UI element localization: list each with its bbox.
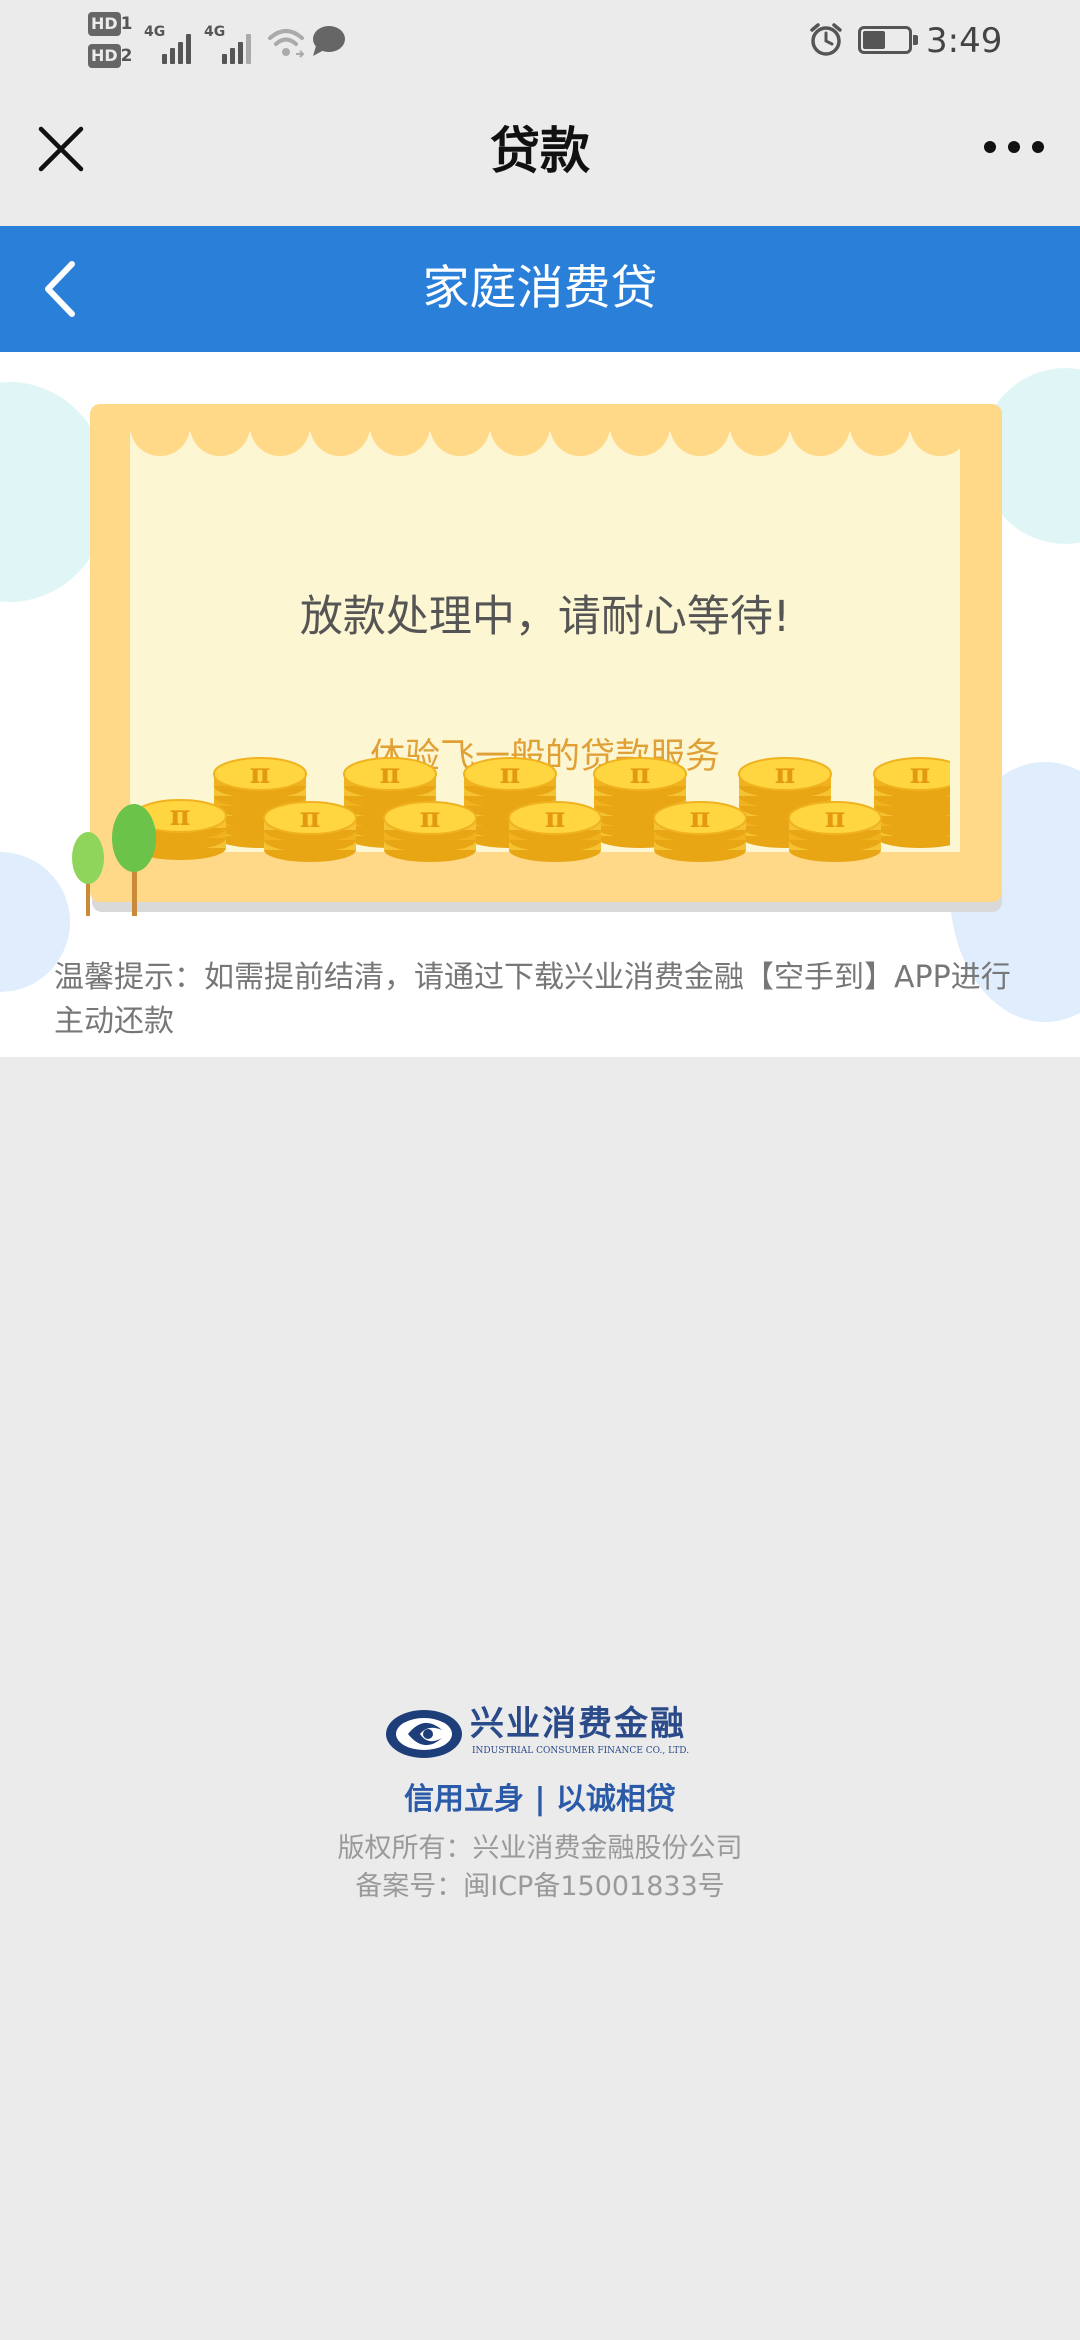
coin-stack: π <box>508 801 602 862</box>
scallop-border <box>130 404 960 456</box>
coin-symbol: π <box>690 801 711 834</box>
scallop <box>370 404 430 456</box>
brand-motto: 信用立身 | 以诚相贷 <box>404 1782 676 1817</box>
coin-stack: π <box>653 801 747 862</box>
tree-icon <box>72 804 156 916</box>
brand-name-cn: 兴业消费金融 <box>470 1704 686 1744</box>
more-icon[interactable] <box>984 132 1044 162</box>
coin-symbol: π <box>420 801 441 834</box>
page-title: 贷款 <box>490 122 590 180</box>
battery-icon <box>858 26 918 54</box>
hd2-label: HD <box>88 44 121 68</box>
sim1-network-label: 4G <box>144 24 166 40</box>
hd2-badge: HD 2 <box>88 44 136 68</box>
main-content: 放款处理中，请耐心等待! 体验飞一般的贷款服务 ππππππππππππ 温馨提… <box>0 352 1080 1057</box>
scallop <box>730 404 790 456</box>
coin-symbol: π <box>825 801 846 834</box>
icp-record: 备案号：闽ICP备15001833号 <box>355 1871 725 1902</box>
scallop <box>430 404 490 456</box>
coin-symbol: π <box>630 757 651 790</box>
coin-stack: π <box>788 801 882 862</box>
coin-stack: π <box>263 801 357 862</box>
hd1-label: HD <box>88 12 121 36</box>
clock: 3:49 <box>926 21 1003 61</box>
coin-symbol: π <box>250 757 271 790</box>
header-title: 家庭消费贷 <box>422 261 658 316</box>
coin-symbol: π <box>775 757 796 790</box>
coin-stacks-illustration: π π π π π ππ π π π π π <box>133 757 950 862</box>
copyright-text: 版权所有：兴业消费金融股份公司 <box>337 1833 743 1864</box>
coin-symbol: π <box>545 801 566 834</box>
coin-symbol: π <box>300 801 321 834</box>
scallop <box>790 404 850 456</box>
scallop <box>250 404 310 456</box>
wifi-icon <box>268 29 305 58</box>
scallop <box>550 404 610 456</box>
hd1-sub: 1 <box>120 14 133 34</box>
scallop <box>610 404 670 456</box>
status-right: 3:49 <box>808 14 1008 68</box>
hd2-sub: 2 <box>120 46 133 66</box>
scallop <box>850 404 910 456</box>
signal-sim2-icon: 4G <box>204 24 258 64</box>
tip-notice: 温馨提示：如需提前结清，请通过下载兴业消费金融【空手到】APP进行主动还款 <box>54 960 1011 1039</box>
dot <box>984 141 996 153</box>
scallop <box>910 404 960 456</box>
chat-bubble-icon <box>313 26 345 56</box>
sim2-network-label: 4G <box>204 24 226 40</box>
status-bar: HD 1 HD 2 4G 4G 3:49 <box>0 0 1080 80</box>
scallop <box>490 404 550 456</box>
dot <box>1032 141 1044 153</box>
brand-mark-icon <box>386 1710 462 1758</box>
coin-stack: π <box>383 801 477 862</box>
wechat-title-bar: 贷款 <box>0 80 1080 226</box>
scallop <box>310 404 370 456</box>
status-message: 放款处理中，请耐心等待! <box>299 592 791 642</box>
coin-symbol: π <box>500 757 521 790</box>
alarm-icon <box>810 23 842 56</box>
footer: 兴业消费金融 INDUSTRIAL CONSUMER FINANCE CO., … <box>0 1700 1080 1940</box>
brand-name-en: INDUSTRIAL CONSUMER FINANCE CO., LTD. <box>472 1746 690 1756</box>
scallop <box>130 404 190 456</box>
app-header: 家庭消费贷 <box>0 226 1080 352</box>
coin-symbol: π <box>170 799 191 832</box>
coin-symbol: π <box>910 757 931 790</box>
battery-fill <box>863 31 885 49</box>
coin-stack: π <box>873 757 950 848</box>
coin-symbol: π <box>380 757 401 790</box>
hd1-badge: HD 1 <box>88 12 136 36</box>
signal-sim1-icon: 4G <box>144 24 198 64</box>
brand-logo[interactable]: 兴业消费金融 INDUSTRIAL CONSUMER FINANCE CO., … <box>384 1704 714 1764</box>
scallop <box>670 404 730 456</box>
dot <box>1008 141 1020 153</box>
hd-indicators: HD 1 HD 2 <box>88 12 138 70</box>
scallop <box>190 404 250 456</box>
